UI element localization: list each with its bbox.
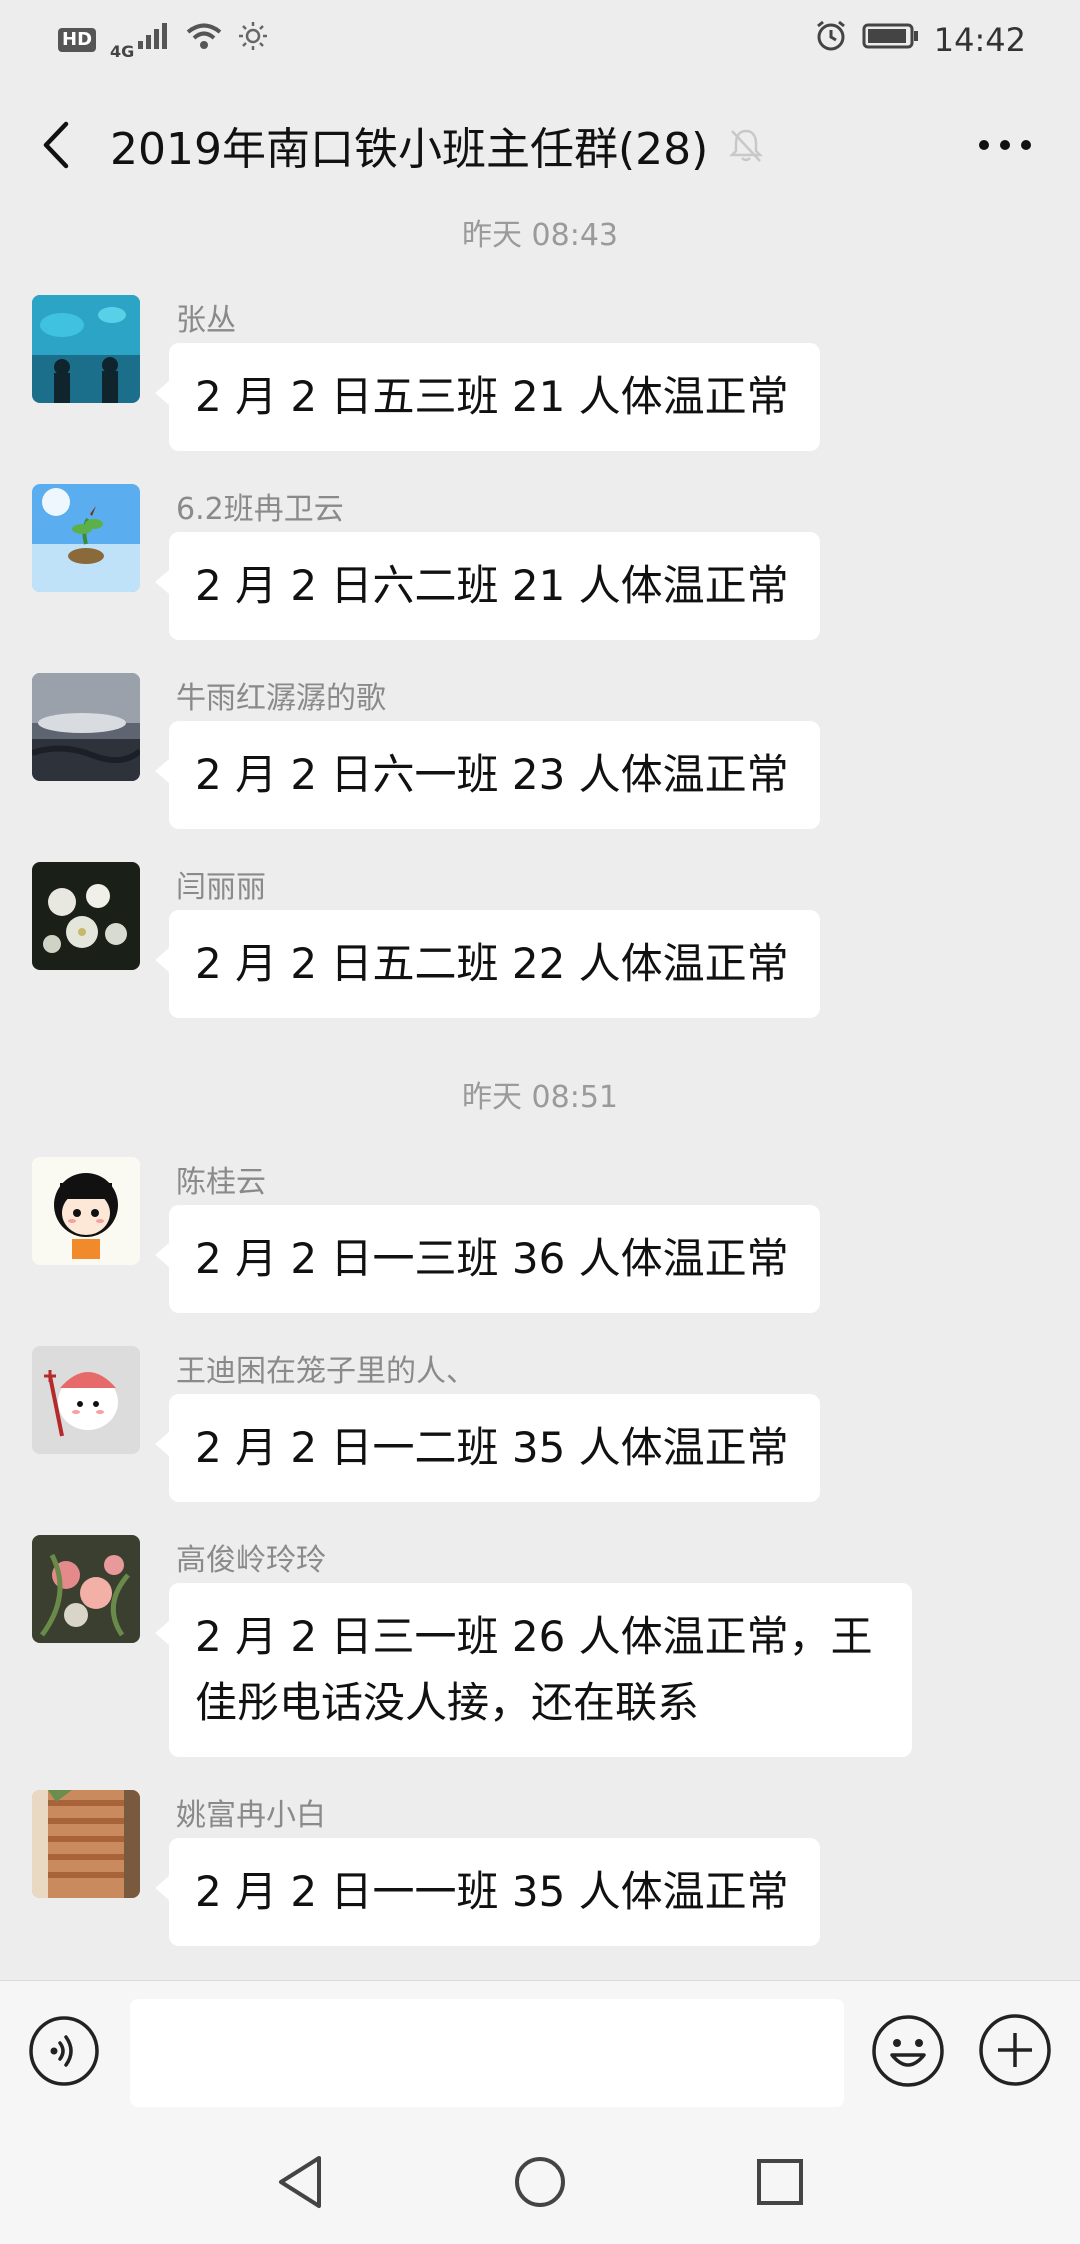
status-bar: HD 4G 14:42 [0,0,1080,80]
sender-name: 6.2班冉卫云 [176,492,344,527]
nav-home-button[interactable] [510,2152,570,2212]
smiley-icon [872,2015,944,2087]
message-bubble[interactable]: 2 月 2 日五三班 21 人体温正常 [155,343,820,451]
sender-name: 牛雨红潺潺的歌 [176,681,386,716]
avatar[interactable] [32,673,140,781]
voice-icon [29,2016,99,2086]
message-input[interactable] [130,1999,844,2107]
wifi-icon [184,21,224,59]
sender-name: 张丛 [176,303,236,338]
message-bubble[interactable]: 2 月 2 日五二班 22 人体温正常 [155,910,820,1018]
avatar[interactable] [32,1535,140,1643]
mute-bell-icon [726,124,768,166]
message-bubble[interactable]: 2 月 2 日六二班 21 人体温正常 [155,532,820,640]
hd-badge: HD [58,28,97,52]
avatar[interactable] [32,862,140,970]
message-bubble[interactable]: 2 月 2 日一三班 36 人体温正常 [155,1205,820,1313]
sender-name: 姚富冉小白 [176,1798,326,1833]
nav-back-button[interactable] [270,2152,330,2212]
back-arrow-icon [43,121,69,169]
timestamp: 昨天 08:51 [462,1080,618,1115]
avatar[interactable] [32,295,140,403]
back-button[interactable] [0,80,110,210]
brightness-icon [238,21,268,59]
sender-name: 闫丽丽 [176,870,266,905]
more-dots-icon [979,140,1031,150]
square-recents-icon [757,2159,803,2205]
message-bubble[interactable]: 2 月 2 日一二班 35 人体温正常 [155,1394,820,1502]
message-bubble[interactable]: 2 月 2 日三一班 26 人体温正常，王佳彤电话没人接，还在联系 [155,1583,912,1757]
more-actions-button[interactable] [978,2013,1052,2087]
plus-icon [979,2014,1051,2086]
avatar[interactable] [32,1157,140,1265]
chat-header: 2019年南口铁小班主任群(28) [0,80,1080,210]
network-type: 4G [110,41,135,61]
status-time: 14:42 [933,21,1026,59]
avatar[interactable] [32,1790,140,1898]
avatar[interactable] [32,1346,140,1454]
nav-recents-button[interactable] [750,2152,810,2212]
system-nav-bar [0,2120,1080,2244]
message-bubble[interactable]: 2 月 2 日六一班 23 人体温正常 [155,721,820,829]
more-options-button[interactable] [970,120,1040,170]
alarm-icon [814,19,848,61]
voice-input-button[interactable] [28,2015,100,2087]
triangle-back-icon [279,2156,321,2208]
sender-name: 陈桂云 [176,1165,266,1200]
input-bar [0,1980,1080,2120]
avatar[interactable] [32,484,140,592]
circle-home-icon [515,2157,565,2207]
battery-icon [862,22,920,58]
sender-name: 高俊岭玲玲 [176,1543,326,1578]
sender-name: 王迪困在笼子里的人、 [176,1354,476,1389]
message-bubble[interactable]: 2 月 2 日一一班 35 人体温正常 [155,1838,820,1946]
emoji-button[interactable] [870,2013,946,2089]
timestamp: 昨天 08:43 [462,218,618,253]
signal-icon [136,21,170,59]
page-title: 2019年南口铁小班主任群(28) [110,124,709,175]
message-list[interactable]: 昨天 08:43 张丛 2 月 2 日五三班 21 人体温正常 6.2班冉卫云 … [0,210,1080,1980]
